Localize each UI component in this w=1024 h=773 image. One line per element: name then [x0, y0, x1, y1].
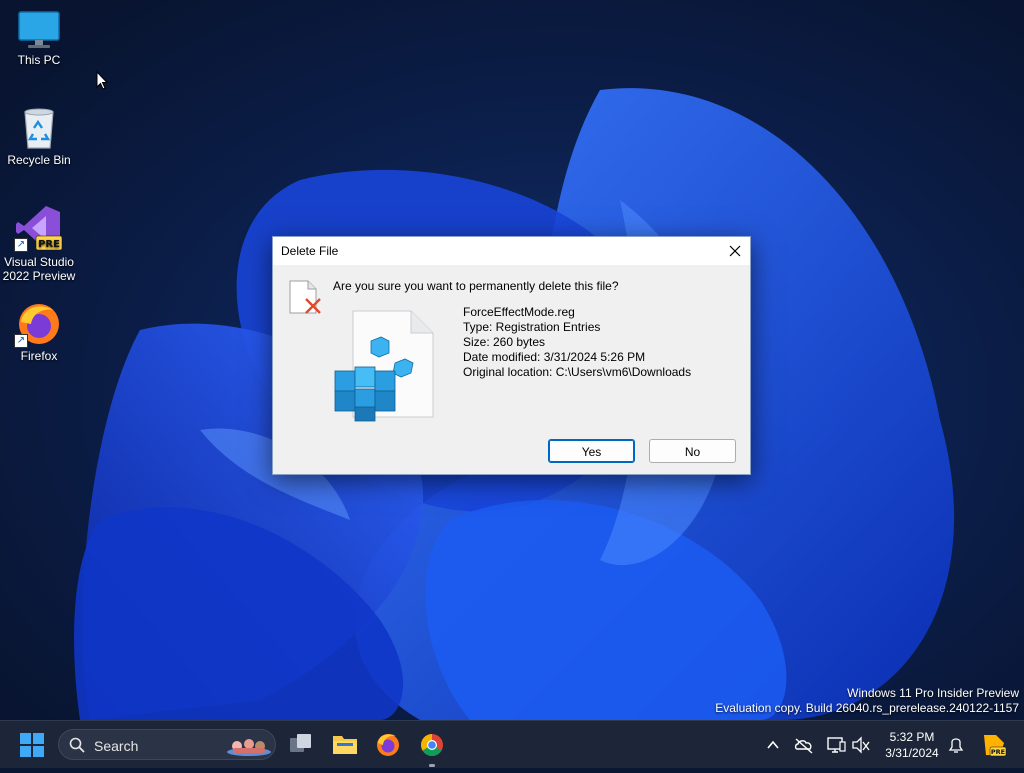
task-view-icon — [290, 734, 311, 752]
file-explorer-button[interactable] — [329, 721, 361, 768]
bell-icon — [948, 738, 964, 753]
notifications-button[interactable] — [945, 721, 967, 768]
folder-icon — [333, 736, 357, 754]
search-label: Search — [94, 738, 139, 754]
delete-file-dialog: Delete File Are you sure you want to per… — [272, 236, 751, 475]
pre-badge-icon: PRE — [984, 735, 1007, 757]
monitor-icon — [18, 11, 60, 48]
desktop-icon-visual-studio[interactable]: PRE ↗ Visual Studio 2022 Preview — [2, 204, 76, 283]
close-icon — [729, 245, 741, 257]
desktop-icon-label: Firefox — [20, 349, 58, 363]
cloud-offline-icon — [794, 738, 813, 754]
watermark-build: Evaluation copy. Build 26040.rs_prerelea… — [715, 701, 1019, 715]
file-details: ForceEffectMode.reg Type: Registration E… — [463, 305, 691, 380]
clock-time: 5:32 PM — [889, 730, 935, 744]
dev-home-tray-button[interactable]: PRE — [978, 721, 1008, 768]
taskbar: Search 5:32 PM 3/31/2024 PRE — [0, 720, 1024, 768]
desktop-icon-label: Recycle Bin — [7, 153, 71, 167]
search-highlight-illustration-icon — [227, 739, 271, 756]
desktop-icon-firefox[interactable]: ↗ Firefox — [2, 302, 76, 363]
yes-button[interactable]: Yes — [548, 439, 635, 463]
watermark-edition: Windows 11 Pro Insider Preview — [847, 686, 1019, 700]
desktop-icon-this-pc[interactable]: This PC — [2, 10, 76, 67]
chrome-icon — [421, 734, 443, 756]
no-button[interactable]: No — [649, 439, 736, 463]
chrome-taskbar-button[interactable] — [416, 721, 448, 768]
delete-file-warning-icon — [289, 280, 321, 314]
file-name: ForceEffectMode.reg — [463, 305, 575, 319]
taskbar-search-box[interactable]: Search — [58, 729, 276, 760]
close-button[interactable] — [720, 237, 750, 265]
shortcut-arrow-icon: ↗ — [14, 238, 28, 252]
network-icon — [827, 737, 846, 753]
chevron-up-icon — [767, 740, 779, 749]
recycle-bin-icon — [24, 108, 54, 149]
registry-file-icon — [334, 310, 434, 422]
volume-tray-button[interactable] — [850, 721, 872, 768]
running-app-indicator — [429, 764, 435, 767]
file-original-location: Original location: C:\Users\vm6\Download… — [463, 365, 692, 379]
speaker-muted-icon — [852, 736, 870, 754]
windows-logo-icon — [20, 733, 44, 757]
desktop-icon-label: Visual Studio 2022 Preview — [2, 255, 76, 283]
firefox-icon — [377, 734, 399, 756]
file-type: Type: Registration Entries — [463, 320, 601, 334]
file-date-modified: Date modified: 3/31/2024 5:26 PM — [463, 350, 646, 364]
network-tray-button[interactable] — [824, 721, 848, 768]
desktop-icon-recycle-bin[interactable]: Recycle Bin — [2, 106, 76, 167]
tray-pre-label: PRE — [991, 748, 1005, 756]
file-size: Size: 260 bytes — [463, 335, 546, 349]
task-view-button[interactable] — [285, 721, 317, 768]
taskbar-clock[interactable]: 5:32 PM 3/31/2024 — [872, 729, 952, 761]
show-hidden-icons-button[interactable] — [762, 721, 784, 768]
search-icon — [69, 737, 85, 753]
dialog-titlebar[interactable]: Delete File — [273, 237, 750, 265]
clock-date: 3/31/2024 — [885, 746, 939, 760]
start-button[interactable] — [14, 721, 50, 768]
confirmation-question: Are you sure you want to permanently del… — [333, 279, 619, 293]
evaluation-watermark: Windows 11 Pro Insider Preview Evaluatio… — [715, 686, 1019, 716]
mouse-cursor-icon — [96, 71, 108, 90]
desktop-icon-label: This PC — [17, 53, 61, 67]
firefox-taskbar-button[interactable] — [372, 721, 404, 768]
onedrive-tray-button[interactable] — [792, 721, 816, 768]
dialog-title: Delete File — [281, 244, 339, 258]
shortcut-arrow-icon: ↗ — [14, 334, 28, 348]
pre-badge: PRE — [38, 239, 60, 250]
